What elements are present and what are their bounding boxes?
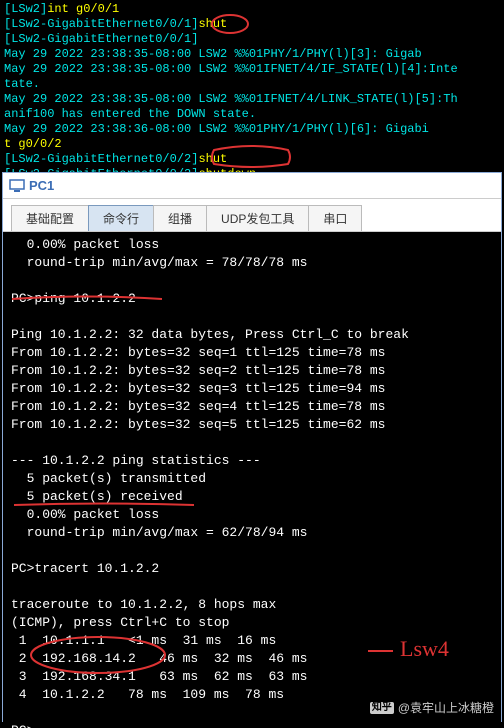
cmd: int g0/0/1 xyxy=(47,2,119,16)
console-line: (ICMP), press Ctrl+C to stop xyxy=(11,614,493,632)
console-line: --- 10.1.2.2 ping statistics --- xyxy=(11,452,493,470)
console-line: From 10.1.2.2: bytes=32 seq=5 ttl=125 ti… xyxy=(11,416,493,434)
console-line: PC>ping 10.1.2.2 xyxy=(11,290,493,308)
console-line: From 10.1.2.2: bytes=32 seq=4 ttl=125 ti… xyxy=(11,398,493,416)
watermark: 知乎 @袁牢山上冰糖橙 xyxy=(370,699,494,716)
console-line: 1 10.1.1.1 <1 ms 31 ms 16 ms xyxy=(11,632,493,650)
console-line: PC> xyxy=(11,722,493,728)
tab-bar: 基础配置 命令行 组播 UDP发包工具 串口 xyxy=(3,199,501,232)
pc1-window: PC1 基础配置 命令行 组播 UDP发包工具 串口 0.00% packet … xyxy=(2,172,502,722)
term-line: [LSw2-GigabitEthernet0/0/1] xyxy=(4,32,500,47)
term-line: [LSw2-GigabitEthernet0/0/1]shut xyxy=(4,17,500,32)
tab-multicast[interactable]: 组播 xyxy=(153,205,207,231)
log-line: May 29 2022 23:38:35-08:00 LSW2 %%01PHY/… xyxy=(4,47,500,62)
log-line: May 29 2022 23:38:35-08:00 LSW2 %%01IFNE… xyxy=(4,62,500,77)
console-line xyxy=(11,308,493,326)
titlebar[interactable]: PC1 xyxy=(3,173,501,199)
console-line: From 10.1.2.2: bytes=32 seq=2 ttl=125 ti… xyxy=(11,362,493,380)
console-line: PC>tracert 10.1.2.2 xyxy=(11,560,493,578)
switch-terminal: [LSw2]int g0/0/1 [LSw2-GigabitEthernet0/… xyxy=(0,0,504,184)
console-line: From 10.1.2.2: bytes=32 seq=3 ttl=125 ti… xyxy=(11,380,493,398)
console-line: 3 192.168.34.1 63 ms 62 ms 63 ms xyxy=(11,668,493,686)
log-line: May 29 2022 23:38:36-08:00 LSW2 %%01PHY/… xyxy=(4,122,500,137)
console-line: 5 packet(s) transmitted xyxy=(11,470,493,488)
console-line: Ping 10.1.2.2: 32 data bytes, Press Ctrl… xyxy=(11,326,493,344)
console-line: 0.00% packet loss xyxy=(11,236,493,254)
console-line: 0.00% packet loss xyxy=(11,506,493,524)
tab-udp-tool[interactable]: UDP发包工具 xyxy=(206,205,309,231)
term-line: [LSw2-GigabitEthernet0/0/2]shut xyxy=(4,152,500,167)
tab-cli[interactable]: 命令行 xyxy=(88,205,154,231)
console-line xyxy=(11,434,493,452)
zhihu-icon: 知乎 xyxy=(370,702,394,714)
console-line xyxy=(11,542,493,560)
pc-icon xyxy=(9,179,25,193)
prompt: [LSw2-GigabitEthernet0/0/1] xyxy=(4,32,198,46)
prompt: [LSw2-GigabitEthernet0/0/1] xyxy=(4,17,198,31)
log-line: May 29 2022 23:38:35-08:00 LSW2 %%01IFNE… xyxy=(4,92,500,107)
log-line: t g0/0/2 xyxy=(4,137,500,152)
watermark-text: @袁牢山上冰糖橙 xyxy=(398,699,494,716)
cmd: shut xyxy=(198,152,227,166)
log-line: anif100 has entered the DOWN state. xyxy=(4,107,500,122)
log-line: tate. xyxy=(4,77,500,92)
console-output[interactable]: 0.00% packet loss round-trip min/avg/max… xyxy=(3,232,501,728)
console-line xyxy=(11,272,493,290)
console-line: From 10.1.2.2: bytes=32 seq=1 ttl=125 ti… xyxy=(11,344,493,362)
term-line: [LSw2]int g0/0/1 xyxy=(4,2,500,17)
tab-serial[interactable]: 串口 xyxy=(308,205,362,231)
tab-basic-config[interactable]: 基础配置 xyxy=(11,205,89,231)
console-line: 2 192.168.14.2 46 ms 32 ms 46 ms xyxy=(11,650,493,668)
cmd: shut xyxy=(198,17,227,31)
window-title: PC1 xyxy=(29,178,54,193)
console-line: round-trip min/avg/max = 62/78/94 ms xyxy=(11,524,493,542)
console-line: round-trip min/avg/max = 78/78/78 ms xyxy=(11,254,493,272)
console-line: 5 packet(s) received xyxy=(11,488,493,506)
console-line: traceroute to 10.1.2.2, 8 hops max xyxy=(11,596,493,614)
prompt: [LSw2-GigabitEthernet0/0/2] xyxy=(4,152,198,166)
prompt: [LSw2] xyxy=(4,2,47,16)
console-line xyxy=(11,578,493,596)
